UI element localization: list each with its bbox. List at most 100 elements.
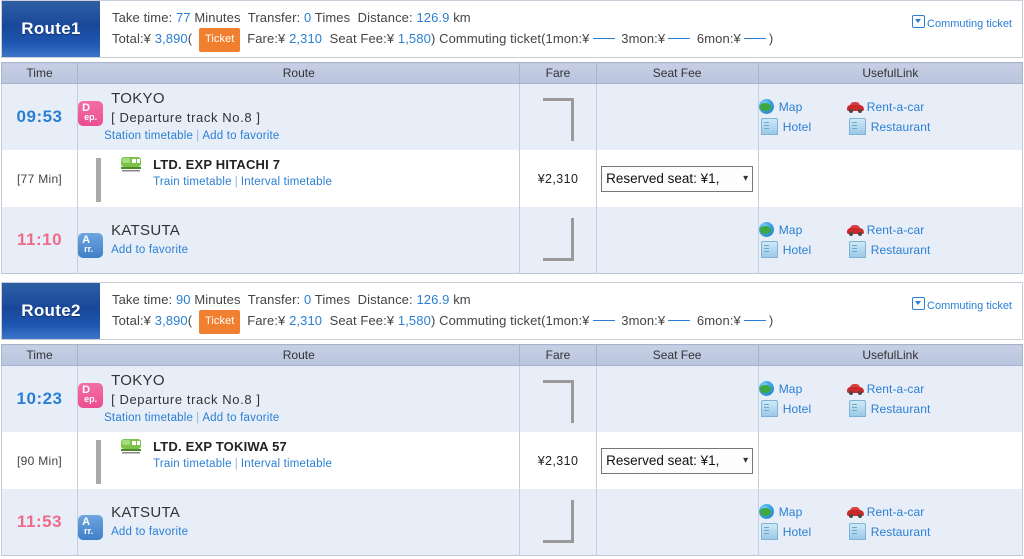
table-header-row-1: Time Route Fare Seat Fee UsefulLink bbox=[0, 62, 1024, 84]
map-label: Map bbox=[778, 222, 803, 237]
building-icon bbox=[760, 400, 778, 417]
arrival-badge-icon: A rr. bbox=[78, 233, 104, 258]
distance-label: Distance: bbox=[357, 292, 413, 307]
add-to-favorite-link-dep-1[interactable]: Add to favorite bbox=[202, 130, 279, 142]
arrival-station-cell-2: A rr. KATSUTA Add to favorite bbox=[77, 489, 521, 556]
departure-sublinks-2: Station timetable | Add to favorite bbox=[78, 409, 519, 427]
car-icon bbox=[846, 222, 864, 237]
building-icon bbox=[760, 523, 778, 540]
total-value-1: 3,890 bbox=[154, 31, 188, 46]
summary-line-bottom-2: Total:¥ 3,890( Ticket Fare:¥ 2,310 Seat … bbox=[112, 310, 1012, 334]
th-useful-link: UsefulLink bbox=[757, 62, 1024, 84]
link-separator: | bbox=[234, 176, 238, 188]
transfer-value-2: 0 bbox=[303, 292, 312, 307]
building-icon bbox=[848, 241, 866, 258]
departure-row-1: 09:53 D ep. TOKYO [ Departure track No.8… bbox=[0, 83, 1024, 150]
commuting-3mon-label: 3mon:¥ bbox=[621, 313, 666, 328]
interval-timetable-link-2[interactable]: Interval timetable bbox=[241, 458, 332, 470]
departure-station-name-1: TOKYO bbox=[111, 90, 165, 107]
train-timetable-link-2[interactable]: Train timetable bbox=[153, 458, 232, 470]
rentacar-label: Rent-a-car bbox=[866, 99, 925, 114]
train-sublinks-1: Train timetable | Interval timetable bbox=[119, 173, 519, 191]
arrival-station-cell-1: A rr. KATSUTA Add to favorite bbox=[77, 207, 521, 274]
restaurant-link-arr-1[interactable]: Restaurant bbox=[847, 241, 1022, 258]
arr-badge-bottom: rr. bbox=[84, 244, 94, 254]
seatfee-label: Seat Fee:¥ bbox=[329, 31, 395, 46]
restaurant-link-arr-2[interactable]: Restaurant bbox=[847, 523, 1022, 540]
leg-fare-cell-2: ¥2,310 bbox=[519, 432, 597, 489]
seat-option-select-2[interactable]: Reserved seat: ¥1, ▾ bbox=[601, 447, 754, 474]
fare-bracket-top-cell-2 bbox=[519, 365, 597, 432]
close-paren-1: ) bbox=[430, 31, 436, 46]
arrival-badge-icon: A rr. bbox=[78, 515, 104, 540]
chevron-down-icon bbox=[912, 15, 926, 28]
rentacar-link-arr-2[interactable]: Rent-a-car bbox=[846, 504, 1022, 519]
restaurant-link-dep-1[interactable]: Restaurant bbox=[847, 118, 1022, 135]
ticket-badge-1[interactable]: Ticket bbox=[198, 28, 241, 52]
commuting-3mon-dash bbox=[668, 320, 691, 321]
hotel-link-dep-2[interactable]: Hotel bbox=[759, 400, 847, 417]
hotel-link-arr-2[interactable]: Hotel bbox=[759, 523, 847, 540]
link-separator: | bbox=[196, 130, 200, 142]
add-to-favorite-link-arr-1[interactable]: Add to favorite bbox=[111, 244, 188, 256]
hotel-link-arr-1[interactable]: Hotel bbox=[759, 241, 847, 258]
map-link-dep-2[interactable]: Map bbox=[758, 381, 847, 396]
add-to-favorite-link-dep-2[interactable]: Add to favorite bbox=[202, 412, 279, 424]
commuting-1mon-dash bbox=[592, 320, 615, 321]
commuting-open-label: Commuting ticket(1mon:¥ bbox=[439, 313, 590, 328]
hotel-label: Hotel bbox=[782, 242, 812, 257]
train-name-1: LTD. EXP HITACHI 7 bbox=[153, 156, 281, 172]
building-icon bbox=[760, 118, 778, 135]
route-summary-1: Take time: 77 Minutes Transfer: 0 Times … bbox=[100, 1, 1022, 57]
seat-option-value-1: Reserved seat: ¥1, bbox=[606, 171, 720, 186]
seat-option-value-2: Reserved seat: ¥1, bbox=[606, 453, 720, 468]
restaurant-link-dep-2[interactable]: Restaurant bbox=[847, 400, 1022, 417]
summary-line-bottom-1: Total:¥ 3,890( Ticket Fare:¥ 2,310 Seat … bbox=[112, 28, 1012, 52]
arrival-time-2: 11:53 bbox=[0, 489, 79, 556]
route-block-1: Route1 Take time: 77 Minutes Transfer: 0… bbox=[0, 0, 1024, 274]
train-sublinks-2: Train timetable | Interval timetable bbox=[119, 455, 519, 473]
seatfee-value-1: 1,580 bbox=[397, 31, 431, 46]
rentacar-link-dep-2[interactable]: Rent-a-car bbox=[846, 381, 1022, 396]
chevron-down-icon: ▾ bbox=[743, 173, 749, 184]
ticket-badge-2[interactable]: Ticket bbox=[198, 310, 241, 334]
seatfee-label: Seat Fee:¥ bbox=[329, 313, 395, 328]
globe-icon bbox=[758, 99, 774, 114]
leg-line-indicator bbox=[96, 440, 102, 484]
departure-sublinks-1: Station timetable | Add to favorite bbox=[78, 127, 519, 145]
map-link-dep-1[interactable]: Map bbox=[758, 99, 847, 114]
rentacar-link-dep-1[interactable]: Rent-a-car bbox=[846, 99, 1022, 114]
add-to-favorite-link-arr-2[interactable]: Add to favorite bbox=[111, 526, 188, 538]
link-separator: | bbox=[234, 458, 238, 470]
commuting-ticket-link-2[interactable]: Commuting ticket bbox=[912, 297, 1012, 312]
globe-icon bbox=[758, 381, 774, 396]
fare-bracket-top-2 bbox=[542, 380, 574, 423]
interval-timetable-link-1[interactable]: Interval timetable bbox=[241, 176, 332, 188]
route-gap bbox=[0, 274, 1024, 282]
train-timetable-link-1[interactable]: Train timetable bbox=[153, 176, 232, 188]
rentacar-label: Rent-a-car bbox=[866, 504, 925, 519]
commuting-ticket-link-label: Commuting ticket bbox=[927, 18, 1012, 30]
departure-time-1: 09:53 bbox=[0, 83, 79, 150]
building-icon bbox=[760, 241, 778, 258]
seat-fee-empty-dep-2 bbox=[595, 365, 759, 432]
commuting-6mon-label: 6mon:¥ bbox=[696, 313, 741, 328]
th-seat-fee: Seat Fee bbox=[595, 62, 759, 84]
commuting-3mon-dash bbox=[668, 38, 691, 39]
distance-value-2: 126.9 bbox=[416, 292, 450, 307]
rentacar-link-arr-1[interactable]: Rent-a-car bbox=[846, 222, 1022, 237]
train-leg-cell-2: LTD. EXP TOKIWA 57 Train timetable | Inter… bbox=[77, 432, 521, 489]
map-link-arr-2[interactable]: Map bbox=[758, 504, 847, 519]
commuting-ticket-link-1[interactable]: Commuting ticket bbox=[912, 15, 1012, 30]
station-timetable-link-2[interactable]: Station timetable bbox=[104, 412, 193, 424]
seat-fee-empty-dep-1 bbox=[595, 83, 759, 150]
minutes-label: Minutes bbox=[194, 10, 241, 25]
station-timetable-link-1[interactable]: Station timetable bbox=[104, 130, 193, 142]
hotel-link-dep-1[interactable]: Hotel bbox=[759, 118, 847, 135]
train-icon bbox=[121, 157, 142, 172]
transfer-value-1: 0 bbox=[303, 10, 312, 25]
departure-badge-icon: D ep. bbox=[78, 101, 104, 126]
map-link-arr-1[interactable]: Map bbox=[758, 222, 847, 237]
seat-option-select-1[interactable]: Reserved seat: ¥1, ▾ bbox=[601, 165, 754, 192]
hotel-label: Hotel bbox=[782, 401, 812, 416]
